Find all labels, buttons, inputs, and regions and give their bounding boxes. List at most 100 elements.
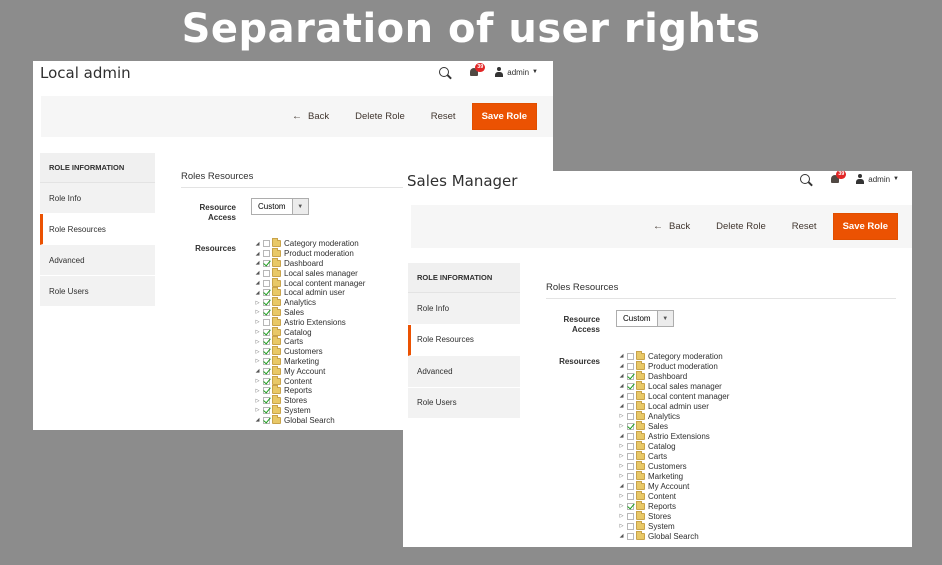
tree-checkbox[interactable] [263, 348, 270, 356]
tree-checkbox[interactable] [263, 259, 270, 267]
tree-checkbox[interactable] [263, 377, 270, 385]
tree-node-stores[interactable]: ▷ Stores [254, 395, 365, 406]
tree-checkbox[interactable] [263, 367, 270, 375]
search-icon[interactable] [439, 67, 450, 77]
tree-checkbox[interactable] [263, 406, 270, 414]
expand-toggle-icon[interactable]: ▷ [254, 329, 261, 335]
tree-node-dashboard[interactable]: ◢ Dashboard [254, 257, 365, 269]
tree-node-content[interactable]: ▷ Content [618, 490, 729, 501]
chevron-down-icon[interactable]: ▼ [532, 69, 538, 75]
chevron-down-icon[interactable]: ▼ [893, 176, 899, 182]
expand-toggle-icon[interactable]: ▷ [618, 503, 625, 509]
user-menu-label[interactable]: admin [507, 68, 529, 77]
tree-checkbox[interactable] [627, 402, 634, 410]
tree-node-category-moderation[interactable]: ◢ Category moderation [618, 350, 729, 361]
expand-toggle-icon[interactable]: ▷ [618, 513, 625, 519]
tree-checkbox[interactable] [627, 352, 634, 360]
tree-checkbox[interactable] [627, 532, 634, 540]
tree-node-analytics[interactable]: ▷ Analytics [254, 297, 365, 308]
expand-toggle-icon[interactable]: ▷ [254, 319, 261, 325]
tree-node-local-sales-manager[interactable]: ◢ Local sales manager [618, 380, 729, 391]
tree-node-local-content-manager[interactable]: ◢ Local content manager [618, 390, 729, 401]
tab-advanced[interactable]: Advanced [408, 356, 520, 388]
expand-toggle-icon[interactable]: ▷ [618, 463, 625, 469]
tree-node-product-moderation[interactable]: ◢ Product moderation [254, 248, 365, 259]
tree-node-catalog[interactable]: ▷ Catalog [254, 326, 365, 337]
user-menu-label[interactable]: admin [868, 175, 890, 184]
tab-role-info[interactable]: Role Info [40, 183, 155, 214]
expand-toggle-icon[interactable]: ▷ [618, 523, 625, 529]
tree-node-marketing[interactable]: ▷ Marketing [618, 470, 729, 481]
expand-toggle-icon[interactable]: ▷ [618, 473, 625, 479]
tree-node-marketing[interactable]: ▷ Marketing [254, 355, 365, 367]
tree-checkbox[interactable] [627, 412, 634, 420]
tree-node-carts[interactable]: ▷ Carts [254, 336, 365, 347]
tab-role-users[interactable]: Role Users [408, 387, 520, 419]
tree-node-customers[interactable]: ▷ Customers [254, 346, 365, 357]
collapse-toggle-icon[interactable]: ◢ [254, 270, 261, 276]
tree-node-global-search[interactable]: ◢ Global Search [254, 414, 365, 425]
tree-node-catalog[interactable]: ▷ Catalog [618, 440, 729, 451]
tree-node-my-account[interactable]: ◢ My Account [618, 480, 729, 491]
tree-node-carts[interactable]: ▷ Carts [618, 450, 729, 461]
tree-node-astrio-extensions[interactable]: ◢ Astrio Extensions [618, 430, 729, 441]
tree-checkbox[interactable] [627, 452, 634, 460]
delete-role-button[interactable]: Delete Role [355, 111, 405, 122]
reset-button[interactable]: Reset [431, 111, 456, 122]
search-icon[interactable] [800, 174, 811, 184]
expand-toggle-icon[interactable]: ▷ [618, 453, 625, 459]
tree-node-local-content-manager[interactable]: ◢ Local content manager [254, 277, 365, 288]
save-role-button[interactable]: Save Role [471, 103, 537, 130]
tree-checkbox[interactable] [627, 362, 634, 370]
expand-toggle-icon[interactable]: ▷ [254, 349, 261, 355]
collapse-toggle-icon[interactable]: ◢ [254, 280, 261, 286]
expand-toggle-icon[interactable]: ▷ [254, 309, 261, 315]
collapse-toggle-icon[interactable]: ◢ [618, 373, 625, 379]
tree-node-astrio-extensions[interactable]: ▷ Astrio Extensions [254, 316, 365, 327]
tree-checkbox[interactable] [627, 472, 634, 480]
collapse-toggle-icon[interactable]: ◢ [618, 393, 625, 399]
delete-role-button[interactable]: Delete Role [716, 221, 766, 232]
tree-checkbox[interactable] [263, 240, 270, 248]
tree-checkbox[interactable] [263, 338, 270, 346]
save-role-button[interactable]: Save Role [832, 213, 898, 240]
tab-advanced[interactable]: Advanced [40, 245, 155, 276]
back-button[interactable]: ← Back [653, 221, 690, 232]
expand-toggle-icon[interactable]: ▷ [618, 443, 625, 449]
tree-checkbox[interactable] [627, 482, 634, 490]
collapse-toggle-icon[interactable]: ◢ [254, 251, 261, 257]
tree-checkbox[interactable] [627, 392, 634, 400]
tree-checkbox[interactable] [263, 318, 270, 326]
tree-node-stores[interactable]: ▷ Stores [618, 510, 729, 521]
tree-node-analytics[interactable]: ▷ Analytics [618, 410, 729, 421]
expand-toggle-icon[interactable]: ▷ [618, 413, 625, 419]
collapse-toggle-icon[interactable]: ◢ [254, 368, 261, 374]
expand-toggle-icon[interactable]: ▷ [254, 388, 261, 394]
tree-node-reports[interactable]: ▷ Reports [254, 385, 365, 396]
collapse-toggle-icon[interactable]: ◢ [618, 483, 625, 489]
tree-checkbox[interactable] [263, 289, 270, 297]
tree-checkbox[interactable] [263, 308, 270, 316]
user-icon[interactable] [495, 67, 504, 77]
tree-node-local-admin-user[interactable]: ◢ Local admin user [254, 287, 365, 298]
tab-role-users[interactable]: Role Users [40, 276, 155, 307]
tree-node-reports[interactable]: ▷ Reports [618, 500, 729, 511]
collapse-toggle-icon[interactable]: ◢ [254, 417, 261, 423]
tree-checkbox[interactable] [263, 299, 270, 307]
expand-toggle-icon[interactable]: ▷ [254, 339, 261, 345]
tab-role-info[interactable]: Role Info [408, 293, 520, 325]
tree-node-my-account[interactable]: ◢ My Account [254, 365, 365, 376]
tree-node-system[interactable]: ▷ System [254, 404, 365, 416]
collapse-toggle-icon[interactable]: ◢ [254, 241, 261, 247]
tree-node-customers[interactable]: ▷ Customers [618, 460, 729, 471]
resource-access-select[interactable]: Custom ▼ [251, 198, 309, 215]
tree-checkbox[interactable] [627, 432, 634, 440]
tree-checkbox[interactable] [627, 442, 634, 450]
tree-checkbox[interactable] [627, 522, 634, 530]
collapse-toggle-icon[interactable]: ◢ [254, 290, 261, 296]
expand-toggle-icon[interactable]: ▷ [254, 358, 261, 364]
tree-checkbox[interactable] [263, 269, 270, 277]
notifications-bell-icon[interactable]: 39 [469, 63, 486, 77]
collapse-toggle-icon[interactable]: ◢ [254, 260, 261, 266]
collapse-toggle-icon[interactable]: ◢ [618, 433, 625, 439]
